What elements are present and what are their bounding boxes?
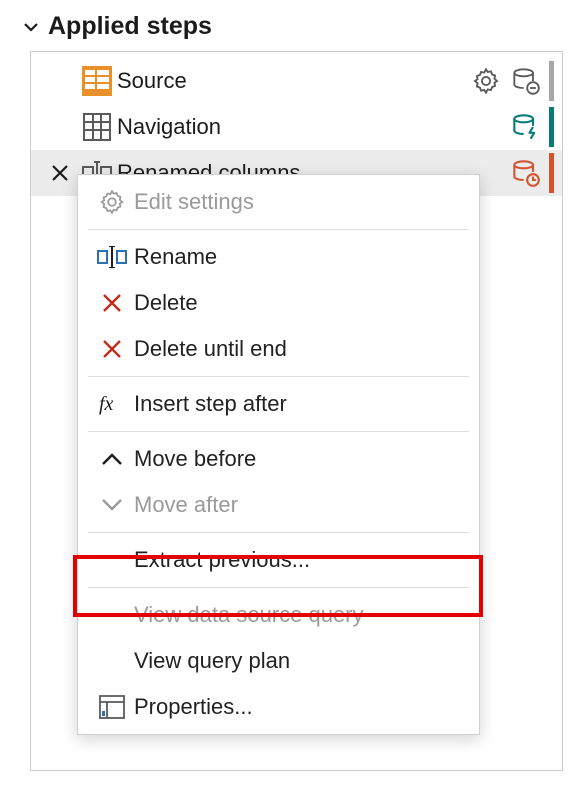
menu-view-query-plan[interactable]: View query plan <box>78 638 479 684</box>
step-marker <box>549 61 554 101</box>
gear-icon[interactable] <box>469 64 503 98</box>
chevron-down-icon <box>90 498 134 512</box>
table-icon <box>77 112 117 142</box>
menu-divider <box>88 532 469 533</box>
delete-step-icon[interactable] <box>43 163 77 183</box>
menu-view-data-source-query: View data source query <box>78 592 479 638</box>
menu-insert-step-after[interactable]: fx Insert step after <box>78 381 479 427</box>
menu-rename[interactable]: Rename <box>78 234 479 280</box>
rename-icon <box>90 246 134 268</box>
menu-label: View query plan <box>134 648 290 674</box>
menu-label: Delete until end <box>134 336 287 362</box>
gear-icon <box>90 189 134 215</box>
menu-label: View data source query <box>134 602 364 628</box>
menu-label: Properties... <box>134 694 253 720</box>
section-title: Applied steps <box>48 12 212 41</box>
menu-delete-until-end[interactable]: Delete until end <box>78 326 479 372</box>
properties-icon <box>90 694 134 720</box>
step-label: Source <box>117 68 469 94</box>
menu-divider <box>88 431 469 432</box>
menu-properties[interactable]: Properties... <box>78 684 479 730</box>
menu-edit-settings: Edit settings <box>78 179 479 225</box>
menu-divider <box>88 587 469 588</box>
step-marker <box>549 153 554 193</box>
menu-label: Rename <box>134 244 217 270</box>
menu-move-before[interactable]: Move before <box>78 436 479 482</box>
chevron-up-icon <box>90 452 134 466</box>
menu-move-after: Move after <box>78 482 479 528</box>
svg-text:fx: fx <box>99 393 114 415</box>
delete-x-icon <box>90 292 134 314</box>
step-row-source[interactable]: Source <box>31 58 562 104</box>
database-remove-icon[interactable] <box>509 64 543 98</box>
menu-delete[interactable]: Delete <box>78 280 479 326</box>
menu-label: Move after <box>134 492 238 518</box>
step-label: Navigation <box>117 114 509 140</box>
context-menu: Edit settings Rename Delete Delete until… <box>77 174 480 735</box>
menu-extract-previous[interactable]: Extract previous... <box>78 537 479 583</box>
step-row-navigation[interactable]: Navigation <box>31 104 562 150</box>
database-bolt-icon[interactable] <box>509 110 543 144</box>
chevron-down-icon <box>22 18 40 36</box>
delete-x-icon <box>90 338 134 360</box>
database-clock-icon[interactable] <box>509 156 543 190</box>
menu-label: Edit settings <box>134 189 254 215</box>
source-icon <box>77 66 117 96</box>
menu-label: Move before <box>134 446 256 472</box>
menu-label: Delete <box>134 290 198 316</box>
section-header[interactable]: Applied steps <box>0 12 581 51</box>
menu-label: Extract previous... <box>134 547 310 573</box>
menu-label: Insert step after <box>134 391 287 417</box>
menu-divider <box>88 229 469 230</box>
fx-icon: fx <box>90 393 134 415</box>
menu-divider <box>88 376 469 377</box>
step-marker <box>549 107 554 147</box>
